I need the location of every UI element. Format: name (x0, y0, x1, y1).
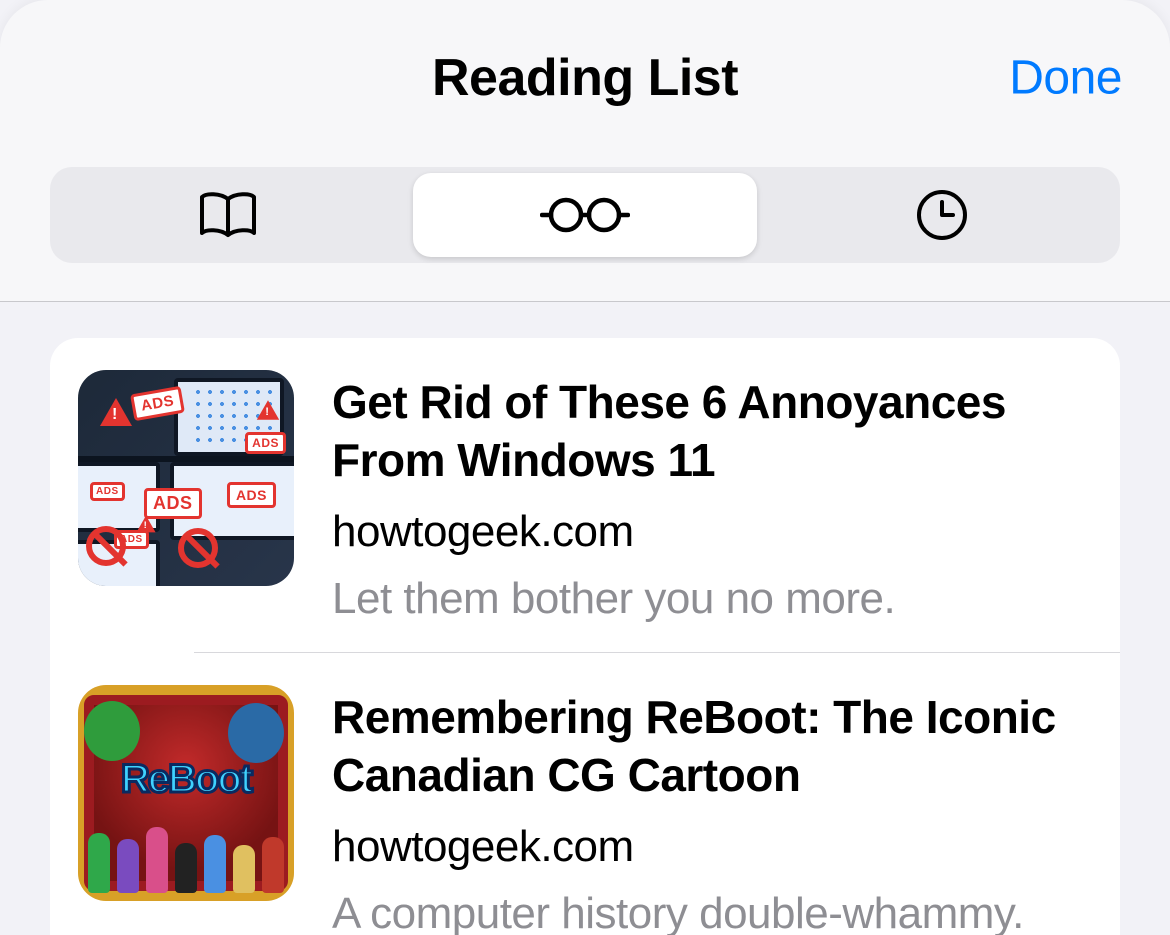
article-domain: howtogeek.com (332, 507, 1092, 557)
sheet-header: Reading List Done (0, 0, 1170, 155)
reading-list-card: ADS ADS ADS ADS ADS ADS Get Rid of These… (50, 338, 1120, 935)
article-thumbnail: ReBoot (78, 685, 294, 901)
article-snippet: A computer history double-whammy. (332, 886, 1092, 935)
article-title: Remembering ReBoot: The Iconic Canadian … (332, 689, 1092, 804)
article-domain: howtogeek.com (332, 822, 1092, 872)
tab-bookmarks[interactable] (56, 173, 401, 257)
article-snippet: Let them bother you no more. (332, 571, 1092, 626)
ads-badge: ADS (90, 482, 125, 501)
book-icon (197, 191, 259, 239)
tab-history[interactable] (769, 173, 1114, 257)
ads-badge: ADS (144, 488, 202, 519)
thumbnail-logo-text: ReBoot (78, 757, 294, 802)
tab-reading-list[interactable] (413, 173, 758, 257)
list-item[interactable]: ReBoot Remembering ReBoot: The Iconic Ca… (50, 653, 1120, 935)
segmented-control-container (0, 155, 1170, 291)
reading-list-sheet: Reading List Done (0, 0, 1170, 935)
list-item-text: Get Rid of These 6 Annoyances From Windo… (294, 370, 1092, 626)
reading-list-area: ADS ADS ADS ADS ADS ADS Get Rid of These… (0, 302, 1170, 935)
list-item-text: Remembering ReBoot: The Iconic Canadian … (294, 685, 1092, 935)
page-title: Reading List (432, 48, 738, 108)
article-title: Get Rid of These 6 Annoyances From Windo… (332, 374, 1092, 489)
segmented-control (50, 167, 1120, 263)
article-thumbnail: ADS ADS ADS ADS ADS ADS (78, 370, 294, 586)
ads-badge: ADS (245, 432, 286, 454)
ads-badge: ADS (227, 482, 276, 508)
done-button[interactable]: Done (1009, 50, 1122, 105)
glasses-icon (540, 195, 630, 235)
list-item[interactable]: ADS ADS ADS ADS ADS ADS Get Rid of These… (50, 338, 1120, 652)
clock-icon (915, 188, 969, 242)
